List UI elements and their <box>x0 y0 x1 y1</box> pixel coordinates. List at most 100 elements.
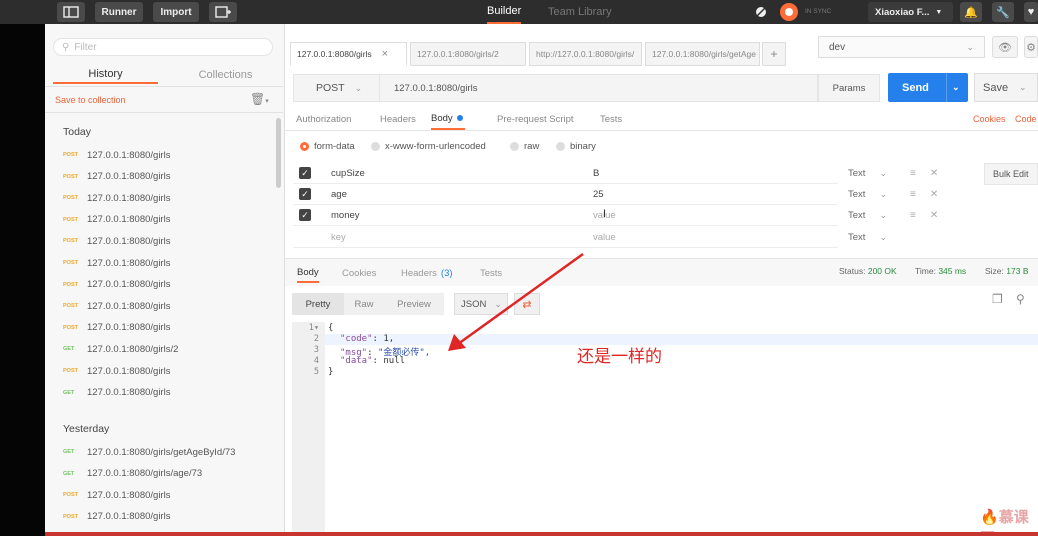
history-item[interactable]: POST 127.0.0.1:8080/girls <box>63 508 273 526</box>
history-item[interactable]: POST 127.0.0.1:8080/girls <box>63 168 273 186</box>
request-tab[interactable]: 127.0.0.1:8080/girls/2 <box>410 42 526 66</box>
chevron-down-icon[interactable]: ⌄ <box>952 82 960 93</box>
new-value-placeholder[interactable]: value <box>593 227 616 248</box>
history-item[interactable]: POST 127.0.0.1:8080/girls <box>63 276 273 294</box>
response-tab-cookies[interactable]: Cookies <box>342 263 376 283</box>
code-line: "code": 1, <box>340 334 395 344</box>
sync-label: IN SYNC <box>805 8 832 15</box>
filter-input[interactable]: ⚲ Filter <box>53 38 273 56</box>
tab-authorization[interactable]: Authorization <box>296 108 351 130</box>
response-tab-body[interactable]: Body <box>297 263 319 283</box>
row-value[interactable]: B <box>593 163 599 184</box>
row-checkbox[interactable]: ✓ <box>299 188 311 200</box>
radio-urlencoded[interactable]: x-www-form-urlencoded <box>371 140 486 152</box>
row-type: Text <box>848 232 866 243</box>
tab-body[interactable]: Body <box>431 108 465 130</box>
history-item[interactable]: POST 127.0.0.1:8080/girls <box>63 362 273 380</box>
history-item[interactable]: POST 127.0.0.1:8080/girls <box>63 486 273 504</box>
response-body-editor[interactable]: 1▾ 2 3 4 5 { "code": 1, "msg": "金额必传", "… <box>292 322 1038 536</box>
row-key[interactable]: age <box>331 184 347 205</box>
method-badge: POST <box>63 216 78 223</box>
close-icon[interactable]: × <box>382 48 388 60</box>
notifications-bell-icon[interactable]: 🔔 <box>960 2 982 22</box>
status-readout: Status: 200 OK <box>839 266 897 276</box>
row-type-select[interactable]: Text ⌄ <box>848 184 887 205</box>
tab-tests[interactable]: Tests <box>600 108 622 130</box>
row-checkbox[interactable]: ✓ <box>299 209 311 221</box>
history-item[interactable]: POST 127.0.0.1:8080/girls <box>63 211 273 229</box>
request-tab[interactable]: 127.0.0.1:8080/girls × <box>290 42 407 66</box>
heart-icon[interactable]: ♥ <box>1024 2 1038 22</box>
copy-icon[interactable]: ❐ <box>992 292 1003 306</box>
method-badge: POST <box>63 368 78 374</box>
history-item[interactable]: GET 127.0.0.1:8080/girls/age/73 <box>63 465 273 483</box>
history-item[interactable]: GET 127.0.0.1:8080/girls <box>63 384 273 402</box>
history-item[interactable]: POST 127.0.0.1:8080/girls <box>63 254 273 272</box>
history-item[interactable]: GET 127.0.0.1:8080/girls/2 <box>63 340 273 358</box>
gear-icon[interactable]: ⚙ <box>1024 36 1038 58</box>
delete-row-icon[interactable]: ✕ <box>930 210 938 221</box>
user-menu[interactable]: Xiaoxiao F... ▼ <box>868 2 953 22</box>
params-button[interactable]: Params <box>818 74 880 102</box>
row-type-select[interactable]: Text ⌄ <box>848 163 887 184</box>
request-tab[interactable]: 127.0.0.1:8080/girls/getAge <box>645 42 760 66</box>
row-key[interactable]: money <box>331 205 360 226</box>
request-tab[interactable]: http://127.0.0.1:8080/girls/ <box>529 42 642 66</box>
tab-history[interactable]: History <box>53 66 158 84</box>
new-window-icon[interactable] <box>209 2 237 22</box>
row-key[interactable]: cupSize <box>331 163 365 184</box>
delete-row-icon[interactable]: ✕ <box>930 168 938 179</box>
tab-builder[interactable]: Builder <box>487 0 522 24</box>
url-input[interactable]: 127.0.0.1:8080/girls <box>394 75 477 101</box>
reorder-icon[interactable]: ≡ <box>910 210 916 221</box>
chevron-down-icon[interactable]: ⌄ <box>1019 82 1027 93</box>
row-type-select[interactable]: Text ⌄ <box>848 205 887 226</box>
new-tab-button[interactable]: + <box>762 42 786 66</box>
method-select[interactable]: POST ⌄ <box>294 75 380 101</box>
tab-collections[interactable]: Collections <box>173 66 278 84</box>
search-icon[interactable]: ⚲ <box>1016 292 1025 306</box>
history-item[interactable]: POST 127.0.0.1:8080/girls <box>63 146 273 164</box>
tab-team-library[interactable]: Team Library <box>548 0 612 24</box>
environment-select[interactable]: dev ⌄ <box>818 36 985 58</box>
raw-button[interactable]: Raw <box>344 293 384 315</box>
code-link[interactable]: Code <box>1015 114 1037 124</box>
save-to-collection-link[interactable]: Save to collection <box>55 95 126 105</box>
row-checkbox[interactable]: ✓ <box>299 167 311 179</box>
history-item[interactable]: POST 127.0.0.1:8080/girls <box>63 297 273 315</box>
video-progress-bar[interactable] <box>45 532 1038 536</box>
save-button[interactable]: Save ⌄ <box>974 73 1038 102</box>
sidebar-toggle-icon[interactable] <box>57 2 85 22</box>
import-button[interactable]: Import <box>153 2 199 22</box>
sidebar-scrollbar[interactable] <box>276 118 281 188</box>
line-number: 4 <box>313 356 319 366</box>
cookies-link[interactable]: Cookies <box>973 114 1006 124</box>
delete-row-icon[interactable]: ✕ <box>930 189 938 200</box>
satellite-icon[interactable] <box>750 2 772 22</box>
history-item[interactable]: POST 127.0.0.1:8080/girls <box>63 319 273 337</box>
row-type-select[interactable]: Text ⌄ <box>848 227 887 248</box>
preview-button[interactable]: Preview <box>384 293 444 315</box>
radio-raw[interactable]: raw <box>510 140 539 152</box>
eye-icon[interactable]: 👁 <box>992 36 1018 58</box>
radio-binary[interactable]: binary <box>556 140 596 152</box>
row-value[interactable]: 25 <box>593 184 604 205</box>
tab-prerequest-script[interactable]: Pre-request Script <box>497 108 574 130</box>
line-number: 3 <box>313 345 319 355</box>
history-item[interactable]: POST 127.0.0.1:8080/girls <box>63 189 273 207</box>
trash-icon[interactable]: 🗑▾ <box>250 92 269 106</box>
time-value: 345 ms <box>938 266 967 276</box>
tab-headers[interactable]: Headers <box>380 108 416 130</box>
reorder-icon[interactable]: ≡ <box>910 189 916 200</box>
history-item[interactable]: GET 127.0.0.1:8080/girls/getAgeById/73 <box>63 443 273 461</box>
method-badge: POST <box>63 173 78 180</box>
reorder-icon[interactable]: ≡ <box>910 168 916 179</box>
radio-form-data[interactable]: form-data <box>300 140 355 152</box>
history-item[interactable]: POST 127.0.0.1:8080/girls <box>63 232 273 250</box>
wrench-settings-icon[interactable]: 🔧 <box>992 2 1014 22</box>
bulk-edit-button[interactable]: Bulk Edit <box>984 163 1038 185</box>
new-key-placeholder[interactable]: key <box>331 227 346 248</box>
runner-button[interactable]: Runner <box>95 2 143 22</box>
send-button[interactable]: Send ⌄ <box>888 73 968 102</box>
pretty-button[interactable]: Pretty <box>292 293 344 315</box>
